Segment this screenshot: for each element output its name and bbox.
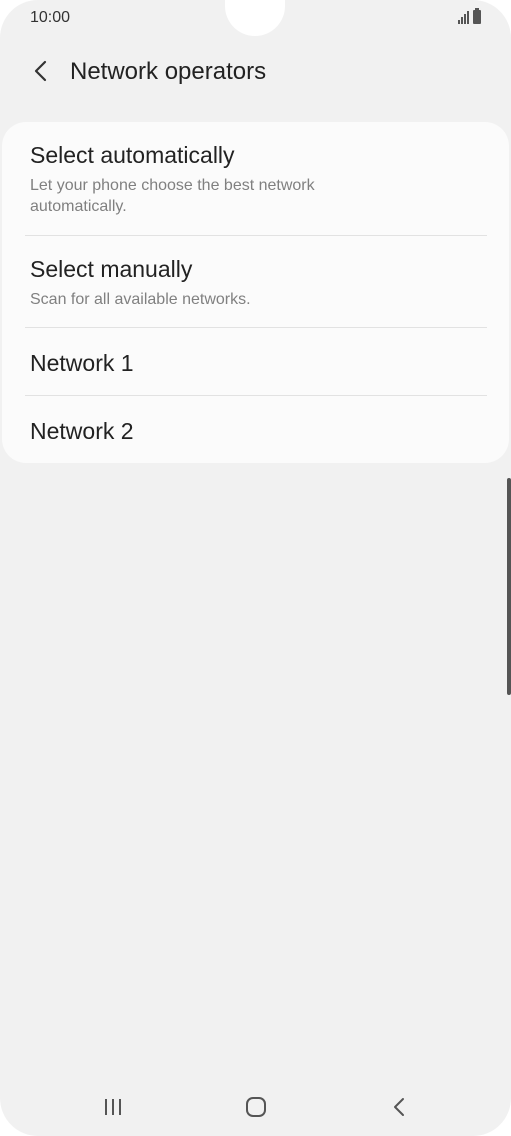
network-list-item[interactable]: Network 1 [2,328,509,395]
back-icon [394,1098,404,1116]
home-button[interactable] [236,1092,276,1122]
network-label: Network 2 [30,418,134,444]
phone-screen: 10:00 Network operators Select automatic… [0,0,511,1136]
recents-icon [105,1099,121,1115]
network-list-item[interactable]: Network 2 [2,396,509,463]
select-manually-subtitle: Scan for all available networks. [30,291,251,308]
select-automatically-option[interactable]: Select automatically Let your phone choo… [2,122,509,235]
navigation-bar [0,1082,511,1132]
nav-back-button[interactable] [379,1092,419,1122]
recents-button[interactable] [93,1092,133,1122]
network-label: Network 1 [30,350,134,376]
signal-icon [458,10,469,24]
select-automatically-subtitle: Let your phone choose the best network a… [30,177,315,215]
select-manually-title: Select manually [30,256,193,282]
status-icons [458,8,481,24]
home-icon [246,1097,266,1117]
scroll-handle[interactable] [507,478,511,695]
select-manually-option[interactable]: Select manually Scan for all available n… [2,236,509,327]
select-automatically-title: Select automatically [30,142,235,168]
chevron-left-icon [34,60,47,82]
back-button[interactable] [26,56,56,86]
status-time: 10:00 [30,9,71,26]
network-options-card: Select automatically Let your phone choo… [2,122,509,463]
app-header: Network operators [0,48,511,98]
battery-icon [473,8,481,24]
page-title: Network operators [70,58,267,85]
